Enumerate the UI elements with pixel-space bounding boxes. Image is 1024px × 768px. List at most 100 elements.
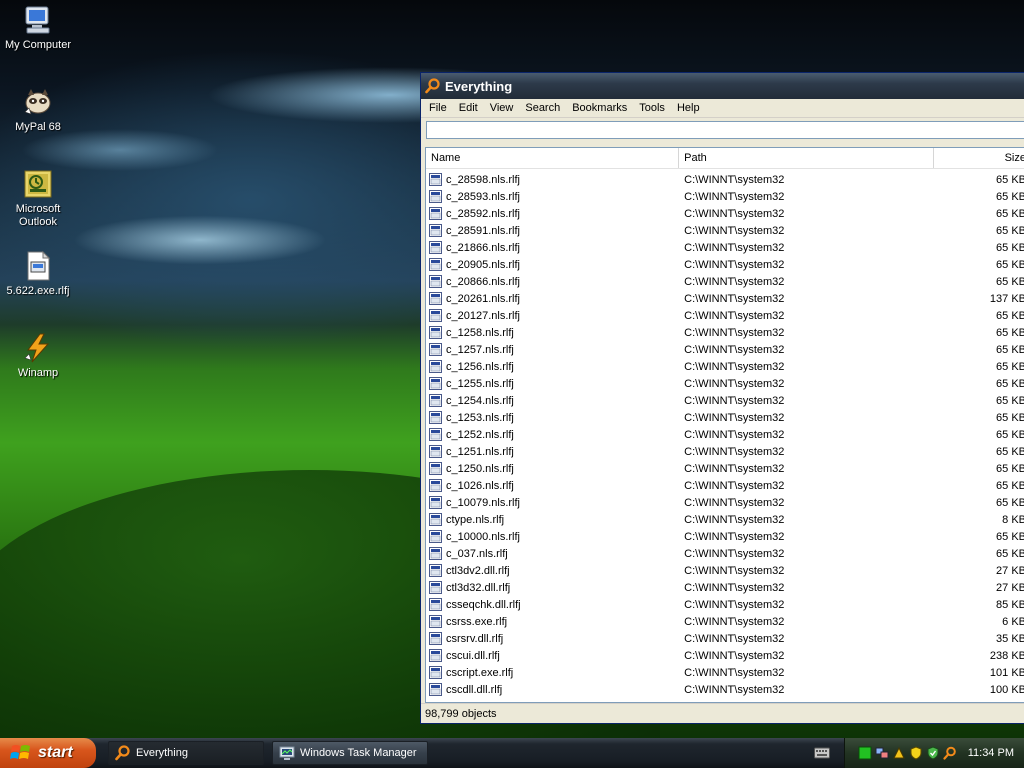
table-row[interactable]: c_1026.nls.rlfj C:\WINNT\system32 65 KB [426, 477, 1024, 494]
cell-name: ctl3dv2.dll.rlfj [426, 564, 679, 577]
keyboard-icon[interactable] [814, 746, 830, 760]
file-icon [429, 309, 442, 322]
cell-path: C:\WINNT\system32 [684, 343, 785, 356]
shield-icon[interactable] [909, 746, 923, 760]
table-row[interactable]: c_1256.nls.rlfj C:\WINNT\system32 65 KB [426, 358, 1024, 375]
desktop-icon-label: Microsoft Outlook [15, 203, 61, 228]
file-name: cscdll.dll.rlfj [446, 683, 503, 696]
table-row[interactable]: c_28593.nls.rlfj C:\WINNT\system32 65 KB [426, 188, 1024, 205]
table-row[interactable]: c_20127.nls.rlfj C:\WINNT\system32 65 KB [426, 307, 1024, 324]
table-row[interactable]: c_1254.nls.rlfj C:\WINNT\system32 65 KB [426, 392, 1024, 409]
table-row[interactable]: c_28598.nls.rlfj C:\WINNT\system32 65 KB [426, 171, 1024, 188]
desktop-icon-mypal[interactable]: MyPal 68 [0, 86, 76, 134]
menu-help[interactable]: Help [671, 102, 706, 114]
cell-size: 100 KB [989, 683, 1024, 696]
file-name: c_037.nls.rlfj [446, 547, 508, 560]
file-icon [429, 360, 442, 373]
cell-size: 65 KB [996, 462, 1024, 475]
table-row[interactable]: c_1251.nls.rlfj C:\WINNT\system32 65 KB [426, 443, 1024, 460]
column-header-size[interactable]: Size [934, 148, 1024, 168]
table-row[interactable]: cscui.dll.rlfj C:\WINNT\system32 238 KB [426, 647, 1024, 664]
desktop-icon-outlook[interactable]: Microsoft Outlook [0, 168, 76, 229]
table-row[interactable]: csrsrv.dll.rlfj C:\WINNT\system32 35 KB [426, 630, 1024, 647]
table-row[interactable]: c_20905.nls.rlfj C:\WINNT\system32 65 KB [426, 256, 1024, 273]
table-row[interactable]: c_10079.nls.rlfj C:\WINNT\system32 65 KB [426, 494, 1024, 511]
cell-path: C:\WINNT\system32 [684, 649, 785, 662]
file-icon [429, 462, 442, 475]
file-icon [429, 530, 442, 543]
menu-tools[interactable]: Tools [633, 102, 671, 114]
file-icon [429, 377, 442, 390]
file-name: c_20905.nls.rlfj [446, 258, 520, 271]
cell-name: c_20261.nls.rlfj [426, 292, 679, 305]
cell-path: C:\WINNT\system32 [684, 190, 785, 203]
table-row[interactable]: ctl3dv2.dll.rlfj C:\WINNT\system32 27 KB [426, 562, 1024, 579]
table-row[interactable]: c_1257.nls.rlfj C:\WINNT\system32 65 KB [426, 341, 1024, 358]
file-name: c_1252.nls.rlfj [446, 428, 514, 441]
menu-file[interactable]: File [423, 102, 453, 114]
cell-path: C:\WINNT\system32 [684, 666, 785, 679]
table-row[interactable]: c_037.nls.rlfj C:\WINNT\system32 65 KB [426, 545, 1024, 562]
network-icon[interactable] [875, 746, 889, 760]
shield-check-icon[interactable] [926, 746, 940, 760]
cell-size: 65 KB [996, 309, 1024, 322]
file-name: c_1256.nls.rlfj [446, 360, 514, 373]
cell-path: C:\WINNT\system32 [684, 394, 785, 407]
file-name: c_20261.nls.rlfj [446, 292, 520, 305]
taskbar-item-everything[interactable]: Everything [108, 741, 264, 765]
desktop-icon-winamp[interactable]: Winamp [0, 332, 76, 380]
column-header-name[interactable]: Name [426, 148, 680, 168]
window-titlebar[interactable]: Everything [421, 73, 1024, 99]
menu-view[interactable]: View [484, 102, 520, 114]
list-header: Name Path Size [426, 148, 1024, 169]
file-name: c_28592.nls.rlfj [446, 207, 520, 220]
cell-size: 65 KB [996, 207, 1024, 220]
table-row[interactable]: c_1250.nls.rlfj C:\WINNT\system32 65 KB [426, 460, 1024, 477]
cell-path: C:\WINNT\system32 [684, 530, 785, 543]
menu-edit[interactable]: Edit [453, 102, 484, 114]
table-row[interactable]: c_1252.nls.rlfj C:\WINNT\system32 65 KB [426, 426, 1024, 443]
menu-search[interactable]: Search [519, 102, 566, 114]
table-row[interactable]: c_1258.nls.rlfj C:\WINNT\system32 65 KB [426, 324, 1024, 341]
file-icon [429, 683, 442, 696]
start-button[interactable]: start [0, 738, 96, 768]
table-row[interactable]: c_21866.nls.rlfj C:\WINNT\system32 65 KB [426, 239, 1024, 256]
table-row[interactable]: c_1253.nls.rlfj C:\WINNT\system32 65 KB [426, 409, 1024, 426]
desktop-icon-my-computer[interactable]: My Computer [0, 4, 76, 52]
cell-path: C:\WINNT\system32 [684, 683, 785, 696]
table-row[interactable]: csrss.exe.rlfj C:\WINNT\system32 6 KB [426, 613, 1024, 630]
file-icon [429, 394, 442, 407]
table-row[interactable]: c_1255.nls.rlfj C:\WINNT\system32 65 KB [426, 375, 1024, 392]
cell-size: 27 KB [996, 564, 1024, 577]
green-status-icon[interactable] [858, 746, 872, 760]
menu-bookmarks[interactable]: Bookmarks [566, 102, 633, 114]
table-row[interactable]: c_28591.nls.rlfj C:\WINNT\system32 65 KB [426, 222, 1024, 239]
table-row[interactable]: c_20866.nls.rlfj C:\WINNT\system32 65 KB [426, 273, 1024, 290]
table-row[interactable]: c_10000.nls.rlfj C:\WINNT\system32 65 KB [426, 528, 1024, 545]
table-row[interactable]: ctype.nls.rlfj C:\WINNT\system32 8 KB [426, 511, 1024, 528]
file-name: c_1255.nls.rlfj [446, 377, 514, 390]
table-row[interactable]: c_20261.nls.rlfj C:\WINNT\system32 137 KB [426, 290, 1024, 307]
table-row[interactable]: cscript.exe.rlfj C:\WINNT\system32 101 KB [426, 664, 1024, 681]
security-tool-icon[interactable] [892, 746, 906, 760]
file-icon [429, 615, 442, 628]
everything-magnifier-icon[interactable] [943, 746, 957, 760]
search-input[interactable] [426, 121, 1024, 139]
table-row[interactable]: ctl3d32.dll.rlfj C:\WINNT\system32 27 KB [426, 579, 1024, 596]
taskbar-item-task-manager[interactable]: Windows Task Manager [272, 741, 428, 765]
everything-window[interactable]: Everything File Edit View Search Bookmar… [420, 72, 1024, 724]
cell-name: c_10000.nls.rlfj [426, 530, 679, 543]
table-row[interactable]: csseqchk.dll.rlfj C:\WINNT\system32 85 KB [426, 596, 1024, 613]
table-row[interactable]: c_28592.nls.rlfj C:\WINNT\system32 65 KB [426, 205, 1024, 222]
results-list[interactable]: Name Path Size c_28598.nls.rlfj C:\WINNT\… [425, 147, 1024, 703]
menu-bar: File Edit View Search Bookmarks Tools He… [421, 99, 1024, 118]
cell-name: c_28592.nls.rlfj [426, 207, 679, 220]
desktop-icon-5622-exe[interactable]: 5.622.exe.rlfj [0, 250, 76, 298]
column-header-path[interactable]: Path [679, 148, 935, 168]
cell-name: csrss.exe.rlfj [426, 615, 679, 628]
cell-size: 65 KB [996, 496, 1024, 509]
table-row[interactable]: cscdll.dll.rlfj C:\WINNT\system32 100 KB [426, 681, 1024, 698]
cell-size: 8 KB [1002, 513, 1024, 526]
cell-size: 65 KB [996, 428, 1024, 441]
cell-path: C:\WINNT\system32 [684, 445, 785, 458]
